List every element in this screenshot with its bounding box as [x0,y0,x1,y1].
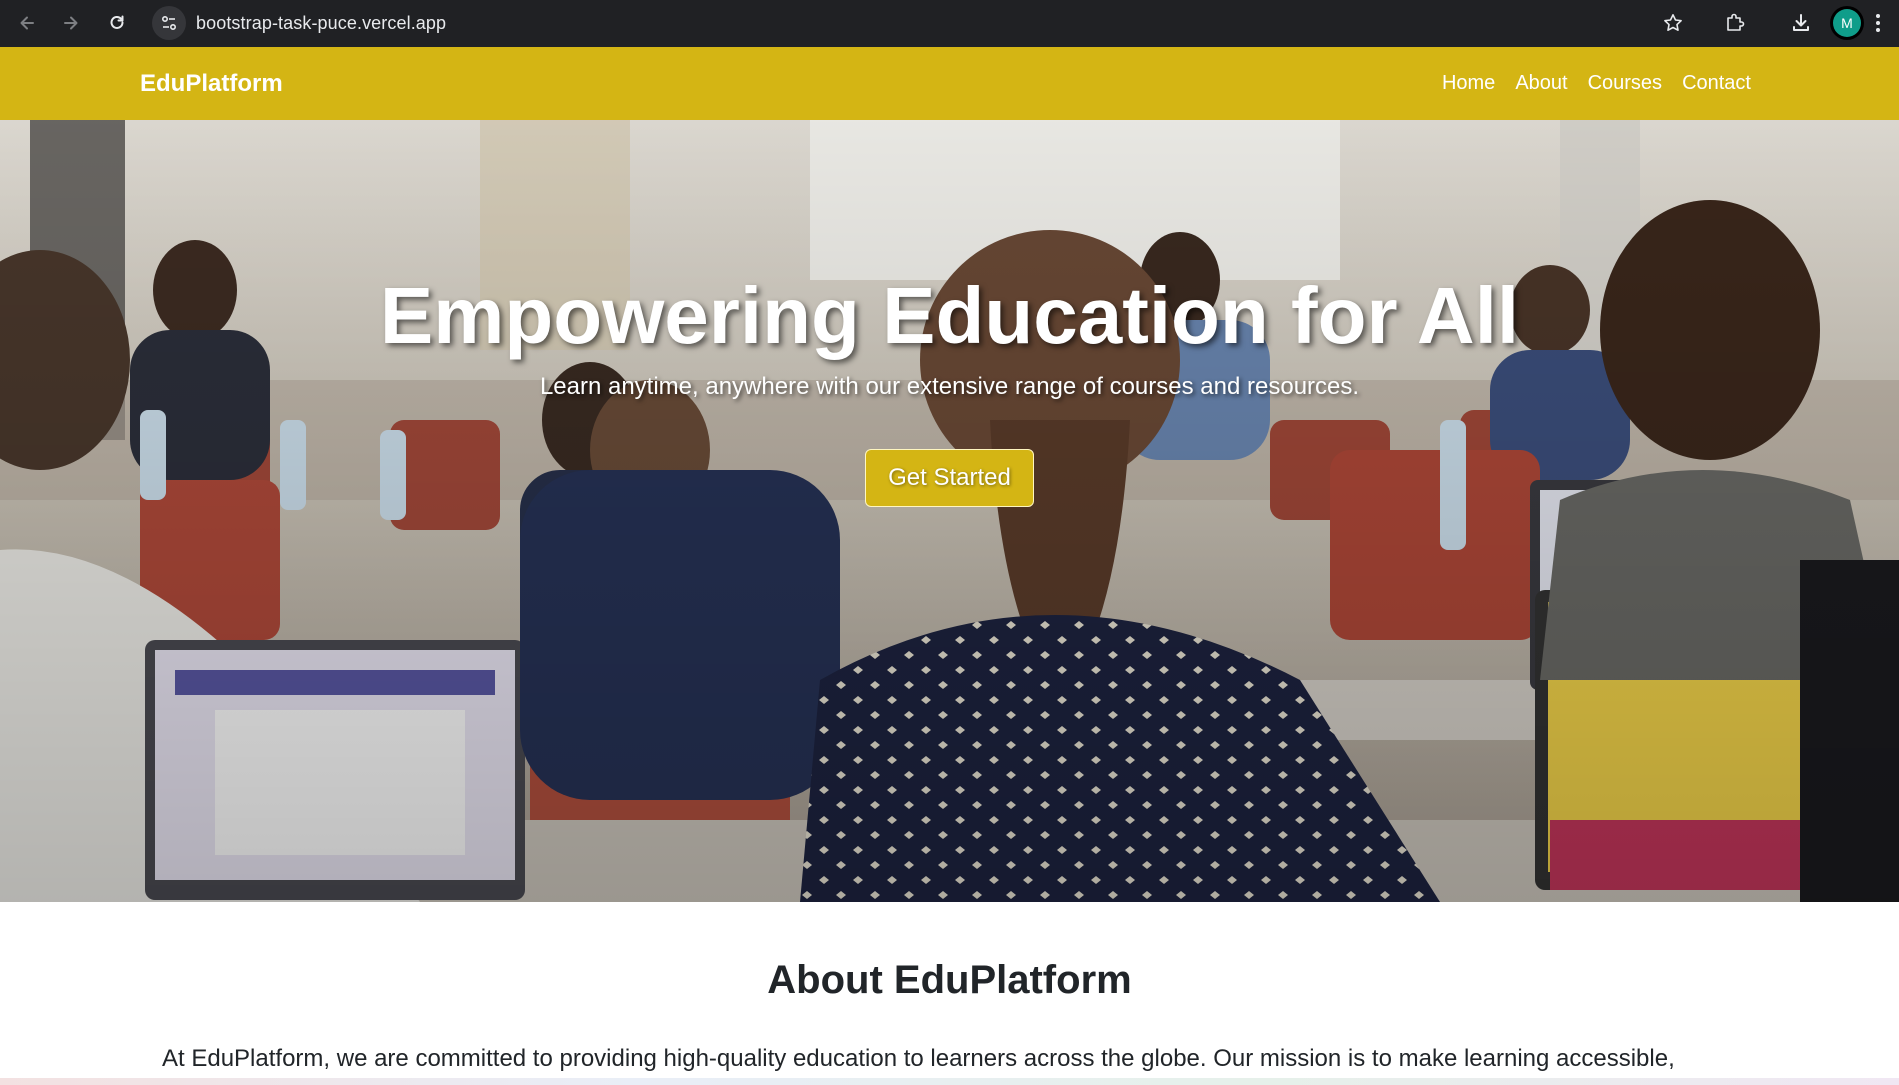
forward-arrow-icon[interactable] [54,6,88,40]
profile-avatar[interactable]: M [1833,9,1861,37]
about-title: About EduPlatform [767,958,1132,1002]
reload-icon[interactable] [100,6,134,40]
hero-section: Empowering Education for All Learn anyti… [0,120,1899,902]
address-bar[interactable]: bootstrap-task-puce.vercel.app [152,2,1672,44]
hero-background-image [0,120,1899,902]
browser-toolbar: bootstrap-task-puce.vercel.app M [0,0,1899,47]
get-started-button[interactable]: Get Started [865,449,1034,507]
nav-links: Home About Courses Contact [1442,47,1751,120]
more-menu-icon[interactable] [1861,6,1895,40]
nav-link-about[interactable]: About [1515,72,1567,95]
nav-link-home[interactable]: Home [1442,72,1495,95]
download-icon[interactable] [1784,6,1818,40]
hero-title: Empowering Education for All [379,271,1520,360]
page-bottom-edge [0,1078,1899,1085]
back-arrow-icon[interactable] [10,6,44,40]
nav-link-contact[interactable]: Contact [1682,72,1751,95]
url-text: bootstrap-task-puce.vercel.app [196,12,447,33]
hero-subtitle: Learn anytime, anywhere with our extensi… [539,373,1360,400]
nav-link-courses[interactable]: Courses [1588,72,1662,95]
brand-logo[interactable]: EduPlatform [140,47,283,120]
about-text: At EduPlatform, we are committed to prov… [162,1045,1675,1072]
site-info-icon[interactable] [152,6,186,40]
extensions-icon[interactable] [1718,6,1752,40]
site-navbar: EduPlatform Home About Courses Contact [0,47,1899,120]
bookmark-star-icon[interactable] [1656,6,1690,40]
